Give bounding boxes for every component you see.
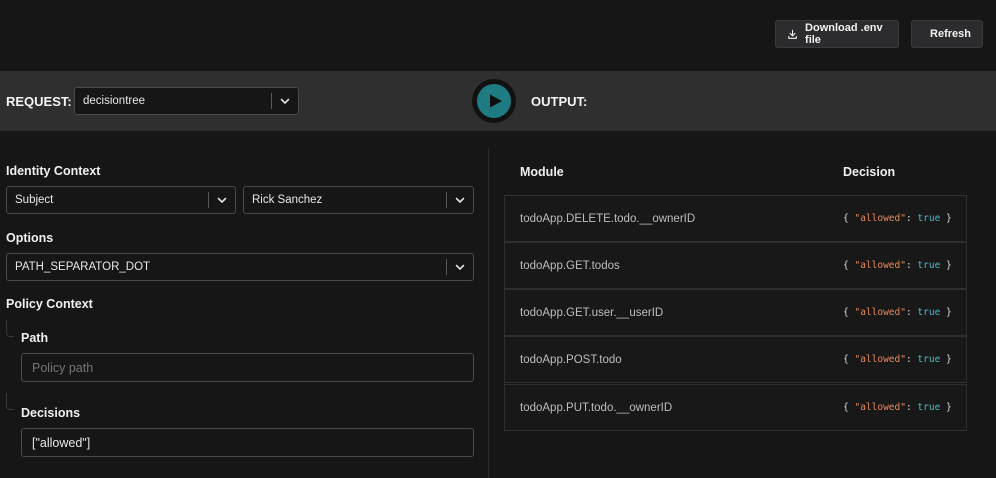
options-select-value: PATH_SEPARATOR_DOT (15, 261, 151, 273)
json-brace: } (946, 354, 952, 365)
json-colon: : (905, 402, 912, 413)
json-key: "allowed" (854, 213, 906, 224)
chevron-down-icon (455, 264, 465, 270)
json-brace: { (843, 402, 849, 413)
json-value: true (917, 354, 941, 365)
json-brace: } (946, 402, 952, 413)
tree-connector (6, 320, 14, 337)
json-key: "allowed" (854, 402, 906, 413)
json-key: "allowed" (854, 307, 906, 318)
json-key: "allowed" (854, 354, 906, 365)
decision-cell: { "allowed": true } (843, 213, 952, 224)
request-label: REQUEST: (6, 94, 72, 109)
json-brace: { (843, 260, 849, 271)
decision-column-header: Decision (843, 165, 896, 179)
tree-connector (6, 393, 14, 410)
download-env-button[interactable]: Download .env file (775, 20, 899, 48)
table-row[interactable]: todoApp.GET.todos { "allowed": true } (504, 242, 967, 289)
identity-user-value: Rick Sanchez (252, 194, 323, 206)
refresh-label: Refresh (930, 28, 971, 40)
json-value: true (917, 402, 941, 413)
module-cell: todoApp.GET.todos (520, 259, 620, 272)
decisions-input[interactable]: ["allowed"] (21, 428, 474, 457)
decision-cell: { "allowed": true } (843, 354, 952, 365)
decision-cell: { "allowed": true } (843, 307, 952, 318)
json-brace: } (946, 260, 952, 271)
output-label: OUTPUT: (531, 94, 588, 109)
top-bar: Download .env file Refresh (0, 0, 996, 71)
decisions-label: Decisions (21, 406, 81, 420)
json-colon: : (905, 307, 912, 318)
panel-divider (488, 148, 489, 478)
table-row[interactable]: todoApp.PUT.todo.__ownerID { "allowed": … (504, 384, 967, 431)
policy-context-title: Policy Context (6, 297, 93, 311)
identity-type-select[interactable]: Subject (6, 186, 236, 214)
options-title: Options (6, 231, 54, 245)
json-value: true (917, 307, 941, 318)
run-button[interactable] (472, 79, 516, 123)
json-value: true (917, 260, 941, 271)
decision-cell: { "allowed": true } (843, 260, 952, 271)
table-row[interactable]: todoApp.GET.user.__userID { "allowed": t… (504, 289, 967, 336)
identity-type-value: Subject (15, 194, 54, 206)
json-colon: : (905, 260, 912, 271)
module-cell: todoApp.POST.todo (520, 353, 622, 366)
chevron-down-icon (280, 98, 290, 104)
json-brace: } (946, 213, 952, 224)
run-button-circle (477, 84, 511, 118)
options-dropdown-toggle[interactable] (447, 261, 473, 273)
request-select-value: decisiontree (83, 95, 146, 107)
module-column-header: Module (520, 165, 564, 179)
identity-user-select[interactable]: Rick Sanchez (243, 186, 474, 214)
chevron-down-icon (217, 197, 227, 203)
json-brace: { (843, 307, 849, 318)
play-icon (489, 94, 502, 108)
request-dropdown-toggle[interactable] (272, 95, 298, 107)
json-brace: } (946, 307, 952, 318)
module-cell: todoApp.GET.user.__userID (520, 306, 664, 319)
json-colon: : (905, 213, 912, 224)
json-key: "allowed" (854, 260, 906, 271)
json-value: true (917, 213, 941, 224)
options-select[interactable]: PATH_SEPARATOR_DOT (6, 253, 474, 281)
table-row[interactable]: todoApp.DELETE.todo.__ownerID { "allowed… (504, 195, 967, 242)
request-select[interactable]: decisiontree (74, 87, 299, 115)
path-label: Path (21, 331, 49, 345)
download-icon (788, 29, 797, 39)
module-cell: todoApp.PUT.todo.__ownerID (520, 401, 673, 414)
module-cell: todoApp.DELETE.todo.__ownerID (520, 212, 696, 225)
policy-path-input[interactable] (21, 353, 474, 382)
json-brace: { (843, 213, 849, 224)
json-brace: { (843, 354, 849, 365)
identity-context-title: Identity Context (6, 164, 101, 178)
chevron-down-icon (455, 197, 465, 203)
table-row[interactable]: todoApp.POST.todo { "allowed": true } (504, 336, 967, 383)
identity-type-dropdown-toggle[interactable] (209, 194, 235, 206)
identity-user-dropdown-toggle[interactable] (447, 194, 473, 206)
refresh-button[interactable]: Refresh (911, 20, 983, 48)
json-colon: : (905, 354, 912, 365)
decision-cell: { "allowed": true } (843, 402, 952, 413)
download-env-label: Download .env file (805, 22, 883, 46)
